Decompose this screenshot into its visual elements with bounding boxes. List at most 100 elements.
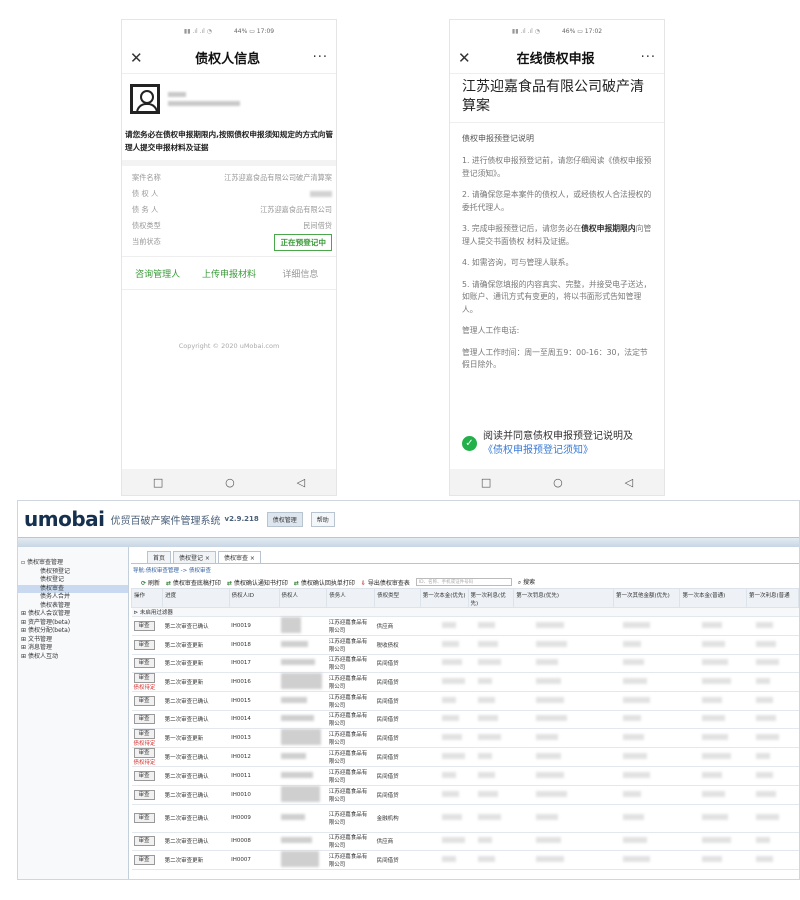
tree-toggle-icon[interactable]: ⊞ (21, 627, 28, 634)
column-header[interactable]: 第一次罚息(优先) (513, 588, 614, 608)
review-button[interactable]: 审查 (133, 789, 155, 800)
amount-cell (613, 654, 680, 673)
column-header[interactable]: 第一次利息(优先) (467, 588, 515, 608)
column-header[interactable]: 第一次利息(普通 (745, 588, 799, 608)
sidebar-item[interactable]: 债权预登记 (18, 568, 128, 577)
table-row[interactable]: 审查 第二次审查已确认 IH0014 江苏迎嘉食品有限公司 民间借贷 (131, 710, 799, 729)
print-notice-button[interactable]: ⇄ 债权确认通知书打印 (227, 578, 288, 587)
header-tab-help[interactable]: 帮助 (310, 511, 335, 527)
amount-cell (468, 616, 514, 636)
redacted-amount (535, 790, 567, 797)
checkmark-icon[interactable]: ✓ (462, 436, 477, 451)
column-header[interactable]: 操作 (130, 588, 164, 608)
redacted-amount (756, 622, 774, 628)
table-row[interactable]: 审查 第二次审查更新 IH0017 江苏迎嘉食品有限公司 民间借贷 (131, 654, 799, 673)
review-button[interactable]: 审查 (133, 658, 155, 669)
filter-cell[interactable]: ⊳ 未启用过滤器 (131, 607, 799, 617)
consult-manager-button[interactable]: 咨询管理人 (122, 267, 193, 280)
progress-cell: 第二次审查更新 (162, 635, 230, 655)
recent-apps-icon[interactable]: □ (153, 476, 163, 489)
sidebar-item[interactable]: 债权登记 (18, 576, 128, 585)
table-row[interactable]: 审查 第二次审查已确认 IH0010 江苏迎嘉食品有限公司 民间借贷 (131, 785, 799, 805)
sidebar-item[interactable]: 债权审查 (18, 584, 128, 593)
agree-row[interactable]: ✓ 阅读并同意债权申报预登记说明及《债权申报预登记须知》 (450, 430, 664, 458)
search-button[interactable]: ⌕ 搜索 (518, 577, 535, 587)
search-input[interactable]: ID、名称、手机或证件号码 (415, 578, 512, 586)
redacted-amount (756, 790, 777, 797)
review-button[interactable]: 审查 (133, 673, 155, 683)
review-button[interactable]: 审查 (133, 729, 155, 739)
review-button[interactable]: 审查 (133, 813, 155, 823)
progress-cell: 第二次审查已确认 (162, 691, 230, 711)
sidebar-item[interactable]: ⊞ 文书管理 (18, 636, 128, 645)
info-row: 案件名称 江苏迎嘉食品有限公司破产清算案 (132, 170, 332, 186)
table-row[interactable]: 审查 债权待定 第一次审查已确认 IH0012 江苏迎嘉食品有限公司 民间借贷 (131, 747, 799, 767)
print-draft-button[interactable]: ⇄ 债权审查底稿打印 (166, 578, 221, 587)
tab-claim-review[interactable]: 债权审查 × (217, 551, 261, 563)
tree-toggle-icon[interactable]: ⊞ (21, 636, 28, 643)
redacted-amount (478, 790, 499, 797)
export-button[interactable]: ⇩ 导出债权审查表 (361, 578, 410, 587)
review-button[interactable]: 审查 (133, 639, 155, 650)
sidebar-item[interactable]: ⊞ 资产管理(beta) (18, 619, 128, 628)
table-row[interactable]: 审查 第二次审查已确认 IH0009 江苏迎嘉食品有限公司 金融机构 (131, 804, 799, 833)
review-button[interactable]: 审查 (133, 836, 155, 847)
redacted-amount (535, 771, 564, 778)
table-row[interactable]: 审查 债权待定 第二次审查更新 IH0016 江苏迎嘉食品有限公司 民间借贷 (131, 672, 799, 692)
table-row[interactable]: 审查 第二次审查已确认 IH0015 江苏迎嘉食品有限公司 民间借贷 (131, 691, 799, 711)
tab-claim-registration[interactable]: 债权登记 × (173, 551, 216, 563)
column-header[interactable]: 债权类型 (374, 588, 421, 608)
upload-materials-button[interactable]: 上传申报材料 (193, 267, 264, 280)
table-row[interactable]: 审查 第二次审查已确认 IH0019 江苏迎嘉食品有限公司 供应商 (131, 616, 799, 636)
tab-home[interactable]: 首页 (147, 551, 172, 563)
column-header[interactable]: 第一次其他金额(优先) (612, 588, 681, 608)
table-row[interactable]: 审查 债权待定 第一次审查更新 IH0013 江苏迎嘉食品有限公司 民间借贷 (131, 728, 799, 748)
sidebar-item[interactable]: ⊞ 债权分配(beta) (18, 627, 128, 636)
home-icon[interactable]: ○ (225, 476, 235, 489)
sidebar-item[interactable]: ⊞ 债权人会议管理 (18, 610, 128, 619)
print-receipt-button[interactable]: ⇄ 债权确认回执单打印 (294, 578, 355, 587)
status-bar: ▮▮ .ıl .ıl ◔ 46% ▭ 17:02 (511, 27, 603, 35)
table-row[interactable]: 审查 第二次审查更新 IH0007 江苏迎嘉食品有限公司 民间借贷 (131, 850, 799, 870)
review-button[interactable]: 审查 (133, 855, 155, 865)
sidebar-item[interactable]: 债权表管理 (18, 602, 128, 611)
close-icon[interactable]: ✕ (458, 49, 471, 67)
column-header[interactable]: 第一次本金(优先) (419, 588, 469, 608)
review-button[interactable]: 审查 (133, 714, 155, 725)
back-icon[interactable]: ◁ (625, 476, 633, 489)
home-icon[interactable]: ○ (553, 476, 563, 489)
review-button[interactable]: 审查 (133, 748, 155, 758)
redacted-name (281, 729, 321, 745)
column-header[interactable]: 债务人 (326, 588, 376, 608)
recent-apps-icon[interactable]: □ (481, 476, 491, 489)
review-button[interactable]: 审查 (133, 770, 155, 781)
review-button[interactable]: 审查 (133, 621, 155, 631)
redacted-amount (535, 622, 564, 628)
column-header[interactable]: 债权人 (278, 588, 328, 608)
sidebar-item[interactable]: 债务人合并 (18, 593, 128, 602)
table-row[interactable]: 审查 第二次审查更新 IH0018 江苏迎嘉食品有限公司 税收债权 (131, 635, 799, 655)
sidebar-item[interactable]: ⊞ 消息管理 (18, 644, 128, 653)
review-button[interactable]: 审查 (133, 695, 155, 706)
tree-toggle-icon[interactable]: ⊞ (21, 610, 28, 617)
amount-cell (613, 710, 680, 729)
more-icon[interactable]: ··· (313, 50, 328, 65)
amount-cell (679, 616, 747, 636)
tree-toggle-icon[interactable]: ⊞ (21, 653, 28, 660)
sidebar-item[interactable]: ⊞ 债权人互动 (18, 653, 128, 662)
column-header[interactable]: 第一次本金(普通) (679, 588, 747, 608)
close-icon[interactable]: ✕ (130, 49, 143, 67)
table-row[interactable]: 审查 第二次审查已确认 IH0011 江苏迎嘉食品有限公司 民间借贷 (131, 766, 799, 786)
tree-toggle-icon[interactable]: ⊞ (21, 644, 28, 651)
sidebar-item[interactable]: ▫ 债权审查管理 (18, 559, 128, 568)
column-header[interactable]: 进度 (162, 588, 230, 608)
column-header[interactable]: 债权人ID (228, 588, 280, 608)
refresh-button[interactable]: ⟳ 刷新 (141, 578, 160, 587)
header-tab-claims[interactable]: 债权管理 (266, 511, 303, 527)
details-button[interactable]: 详细信息 (265, 267, 336, 280)
more-icon[interactable]: ··· (641, 50, 656, 65)
tree-toggle-icon[interactable]: ⊞ (21, 619, 28, 626)
notice-link[interactable]: 《债权申报预登记须知》 (483, 445, 593, 456)
table-row[interactable]: 审查 第二次审查已确认 IH0008 江苏迎嘉食品有限公司 供应商 (131, 832, 799, 851)
back-icon[interactable]: ◁ (297, 476, 305, 489)
